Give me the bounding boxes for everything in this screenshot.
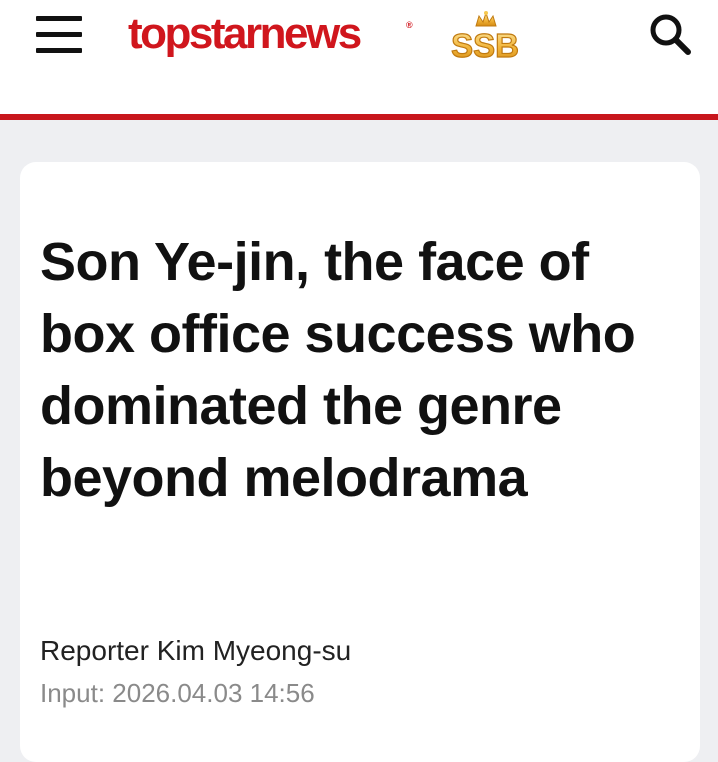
header-divider [0, 114, 718, 120]
article-reporter[interactable]: Reporter Kim Myeong-su [40, 632, 351, 670]
ssb-badge-text: SSB [451, 27, 519, 62]
ssb-crown-logo: SSB [450, 11, 520, 65]
article-input-date: Input: 2026.04.03 14:56 [40, 678, 315, 708]
article-headline: Son Ye-jin, the face of box office succe… [40, 232, 636, 508]
site-logo[interactable]: topstarnews [128, 6, 362, 62]
hamburger-menu-icon [36, 16, 82, 21]
registered-mark: ® [406, 20, 413, 30]
site-header: topstarnews ® SSB [0, 0, 718, 114]
search-button[interactable] [648, 12, 694, 58]
search-icon [650, 14, 691, 55]
ssb-badge[interactable]: SSB [438, 10, 532, 65]
menu-button[interactable] [36, 16, 84, 56]
